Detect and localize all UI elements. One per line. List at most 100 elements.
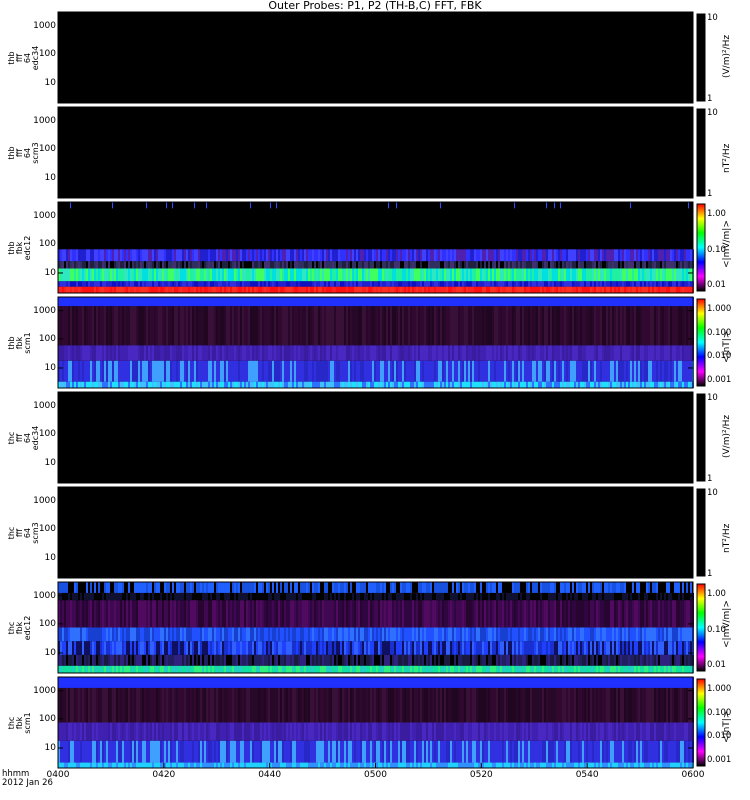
- panel-3-band-2-cell: [596, 345, 598, 361]
- panel-3-band-3-cell: [434, 306, 436, 346]
- panel-3-band-2-cell: [258, 345, 260, 361]
- panel-3-band-3-cell: [648, 306, 650, 346]
- panel-6-band-6-cell: [334, 582, 336, 593]
- panel-3-band-4-cell: [672, 297, 674, 307]
- panel-3-band-1-cell: [328, 360, 330, 382]
- panel-3-band-3-cell: [300, 306, 302, 346]
- panel-2-band-2-cell: [520, 268, 522, 282]
- panel-3-band-3-cell: [442, 306, 444, 346]
- panel-3-band-3-cell: [194, 306, 196, 346]
- panel-6-band-3-cell: [594, 627, 596, 642]
- panel-2-band-3-cell: [134, 261, 136, 269]
- panel-6-band-4-cell: [410, 600, 412, 628]
- panel-2-band-0-cell: [542, 286, 544, 293]
- panel-3-band-4-cell: [516, 297, 518, 307]
- panel-2-band-1-cell: [518, 281, 520, 287]
- panel-6-band-3-cell: [242, 627, 244, 642]
- panel-2-band-1-cell: [374, 281, 376, 287]
- panel-6-band-2-cell: [398, 641, 400, 655]
- panel-3-band-4-cell: [444, 297, 446, 307]
- panel-3-band-4-cell: [70, 297, 72, 307]
- panel-3-band-1-cell: [364, 360, 366, 382]
- panel-6-band-6-cell: [346, 582, 348, 593]
- panel-6-band-4-cell: [686, 600, 688, 628]
- panel-3-band-1-cell: [276, 360, 278, 382]
- panel-2-band-3-cell: [164, 261, 166, 269]
- panel-6-band-2-cell: [678, 641, 680, 655]
- panel-3-band-3-cell: [254, 306, 256, 346]
- panel-3-band-4-cell: [574, 297, 576, 307]
- panel-2-band-0-cell: [552, 286, 554, 293]
- panel-6-band-0-cell: [62, 665, 64, 673]
- panel-2-band-4-cell: [688, 249, 690, 262]
- panel-2-band-3-cell: [446, 261, 448, 269]
- panel-6-band-3-cell: [478, 627, 480, 642]
- panel-3-band-1-cell: [620, 360, 622, 382]
- panel-3-band-1-cell: [176, 360, 178, 382]
- panel-6-band-6-cell: [76, 582, 78, 593]
- panel-6-band-1-cell: [292, 654, 294, 666]
- panel-6-band-3-cell: [136, 627, 138, 642]
- panel-2-band-4-cell: [690, 249, 692, 262]
- panel-3-band-4-cell: [352, 297, 354, 307]
- panel-6-band-4-cell: [446, 600, 448, 628]
- panel-6-band-3-cell: [654, 627, 656, 642]
- panel-2-band-2-cell: [272, 268, 274, 282]
- panel-6-band-3-cell: [150, 627, 152, 642]
- panel-2-band-1-cell: [570, 281, 572, 287]
- panel-3-band-0-cell: [158, 381, 160, 388]
- panel-2-band-4-cell: [242, 249, 244, 262]
- panel-2-band-3-cell: [656, 261, 658, 269]
- panel-3-band-1-cell: [148, 360, 150, 382]
- panel-3-band-1-cell: [114, 360, 116, 382]
- panel-6-band-2-cell: [128, 641, 130, 655]
- panel-3-band-0-cell: [398, 381, 400, 388]
- panel-2-band-3-cell: [190, 261, 192, 269]
- panel-2-band-2-cell: [610, 268, 612, 282]
- panel-3-band-0-cell: [60, 381, 62, 388]
- panel-3-band-0-cell: [116, 381, 118, 388]
- panel-3-band-3-cell: [598, 306, 600, 346]
- panel-3-band-0-cell: [350, 381, 352, 388]
- panel-6-band-2-cell: [312, 641, 314, 655]
- panel-3-band-2-cell: [392, 345, 394, 361]
- panel-2-band-0-cell: [164, 286, 166, 293]
- panel-6-band-0-cell: [548, 665, 550, 673]
- panel-3-band-1-cell: [504, 360, 506, 382]
- panel-3-band-2-cell: [264, 345, 266, 361]
- panel-2-band-1-cell: [264, 281, 266, 287]
- panel-6-band-2-cell: [516, 641, 518, 655]
- panel-3-band-2-cell: [192, 345, 194, 361]
- panel-6-band-2-cell: [360, 641, 362, 655]
- panel-3-band-4-cell: [508, 297, 510, 307]
- panel-3-band-2-cell: [364, 345, 366, 361]
- panel-2-band-4-cell: [286, 249, 288, 262]
- panel-3-band-1-cell: [572, 360, 574, 382]
- panel-6-band-6-cell: [212, 582, 214, 593]
- panel-3-band-1-cell: [480, 360, 482, 382]
- panel-2-band-4-cell: [98, 249, 100, 262]
- panel-6-band-3-cell: [316, 627, 318, 642]
- panel-2-band-1-cell: [320, 281, 322, 287]
- panel-2-band-2-cell: [322, 268, 324, 282]
- panel-3-band-1-cell: [104, 360, 106, 382]
- panel-3-band-2-cell: [120, 345, 122, 361]
- panel-2-band-0-cell: [60, 286, 62, 293]
- panel-2-band-3-cell: [296, 261, 298, 269]
- panel-6-band-1-cell: [130, 654, 132, 666]
- panel-2-band-1-cell: [350, 281, 352, 287]
- panel-2-band-4-cell: [356, 249, 358, 262]
- panel-2-band-4-cell: [316, 249, 318, 262]
- panel-6-band-3-cell: [558, 627, 560, 642]
- panel-6-band-0-cell: [466, 665, 468, 673]
- panel-6-band-3-cell: [346, 627, 348, 642]
- panel-3-band-2-cell: [342, 345, 344, 361]
- panel-6-band-0-cell: [504, 665, 506, 673]
- panel-2-band-3-cell: [124, 261, 126, 269]
- panel-6-band-2-cell: [256, 641, 258, 655]
- panel-3-band-0-cell: [134, 381, 136, 388]
- panel-3-band-4-cell: [480, 297, 482, 307]
- panel-3-band-4-cell: [390, 297, 392, 307]
- panel-2-band-4-cell: [600, 249, 602, 262]
- panel-6-band-1-cell: [210, 654, 212, 666]
